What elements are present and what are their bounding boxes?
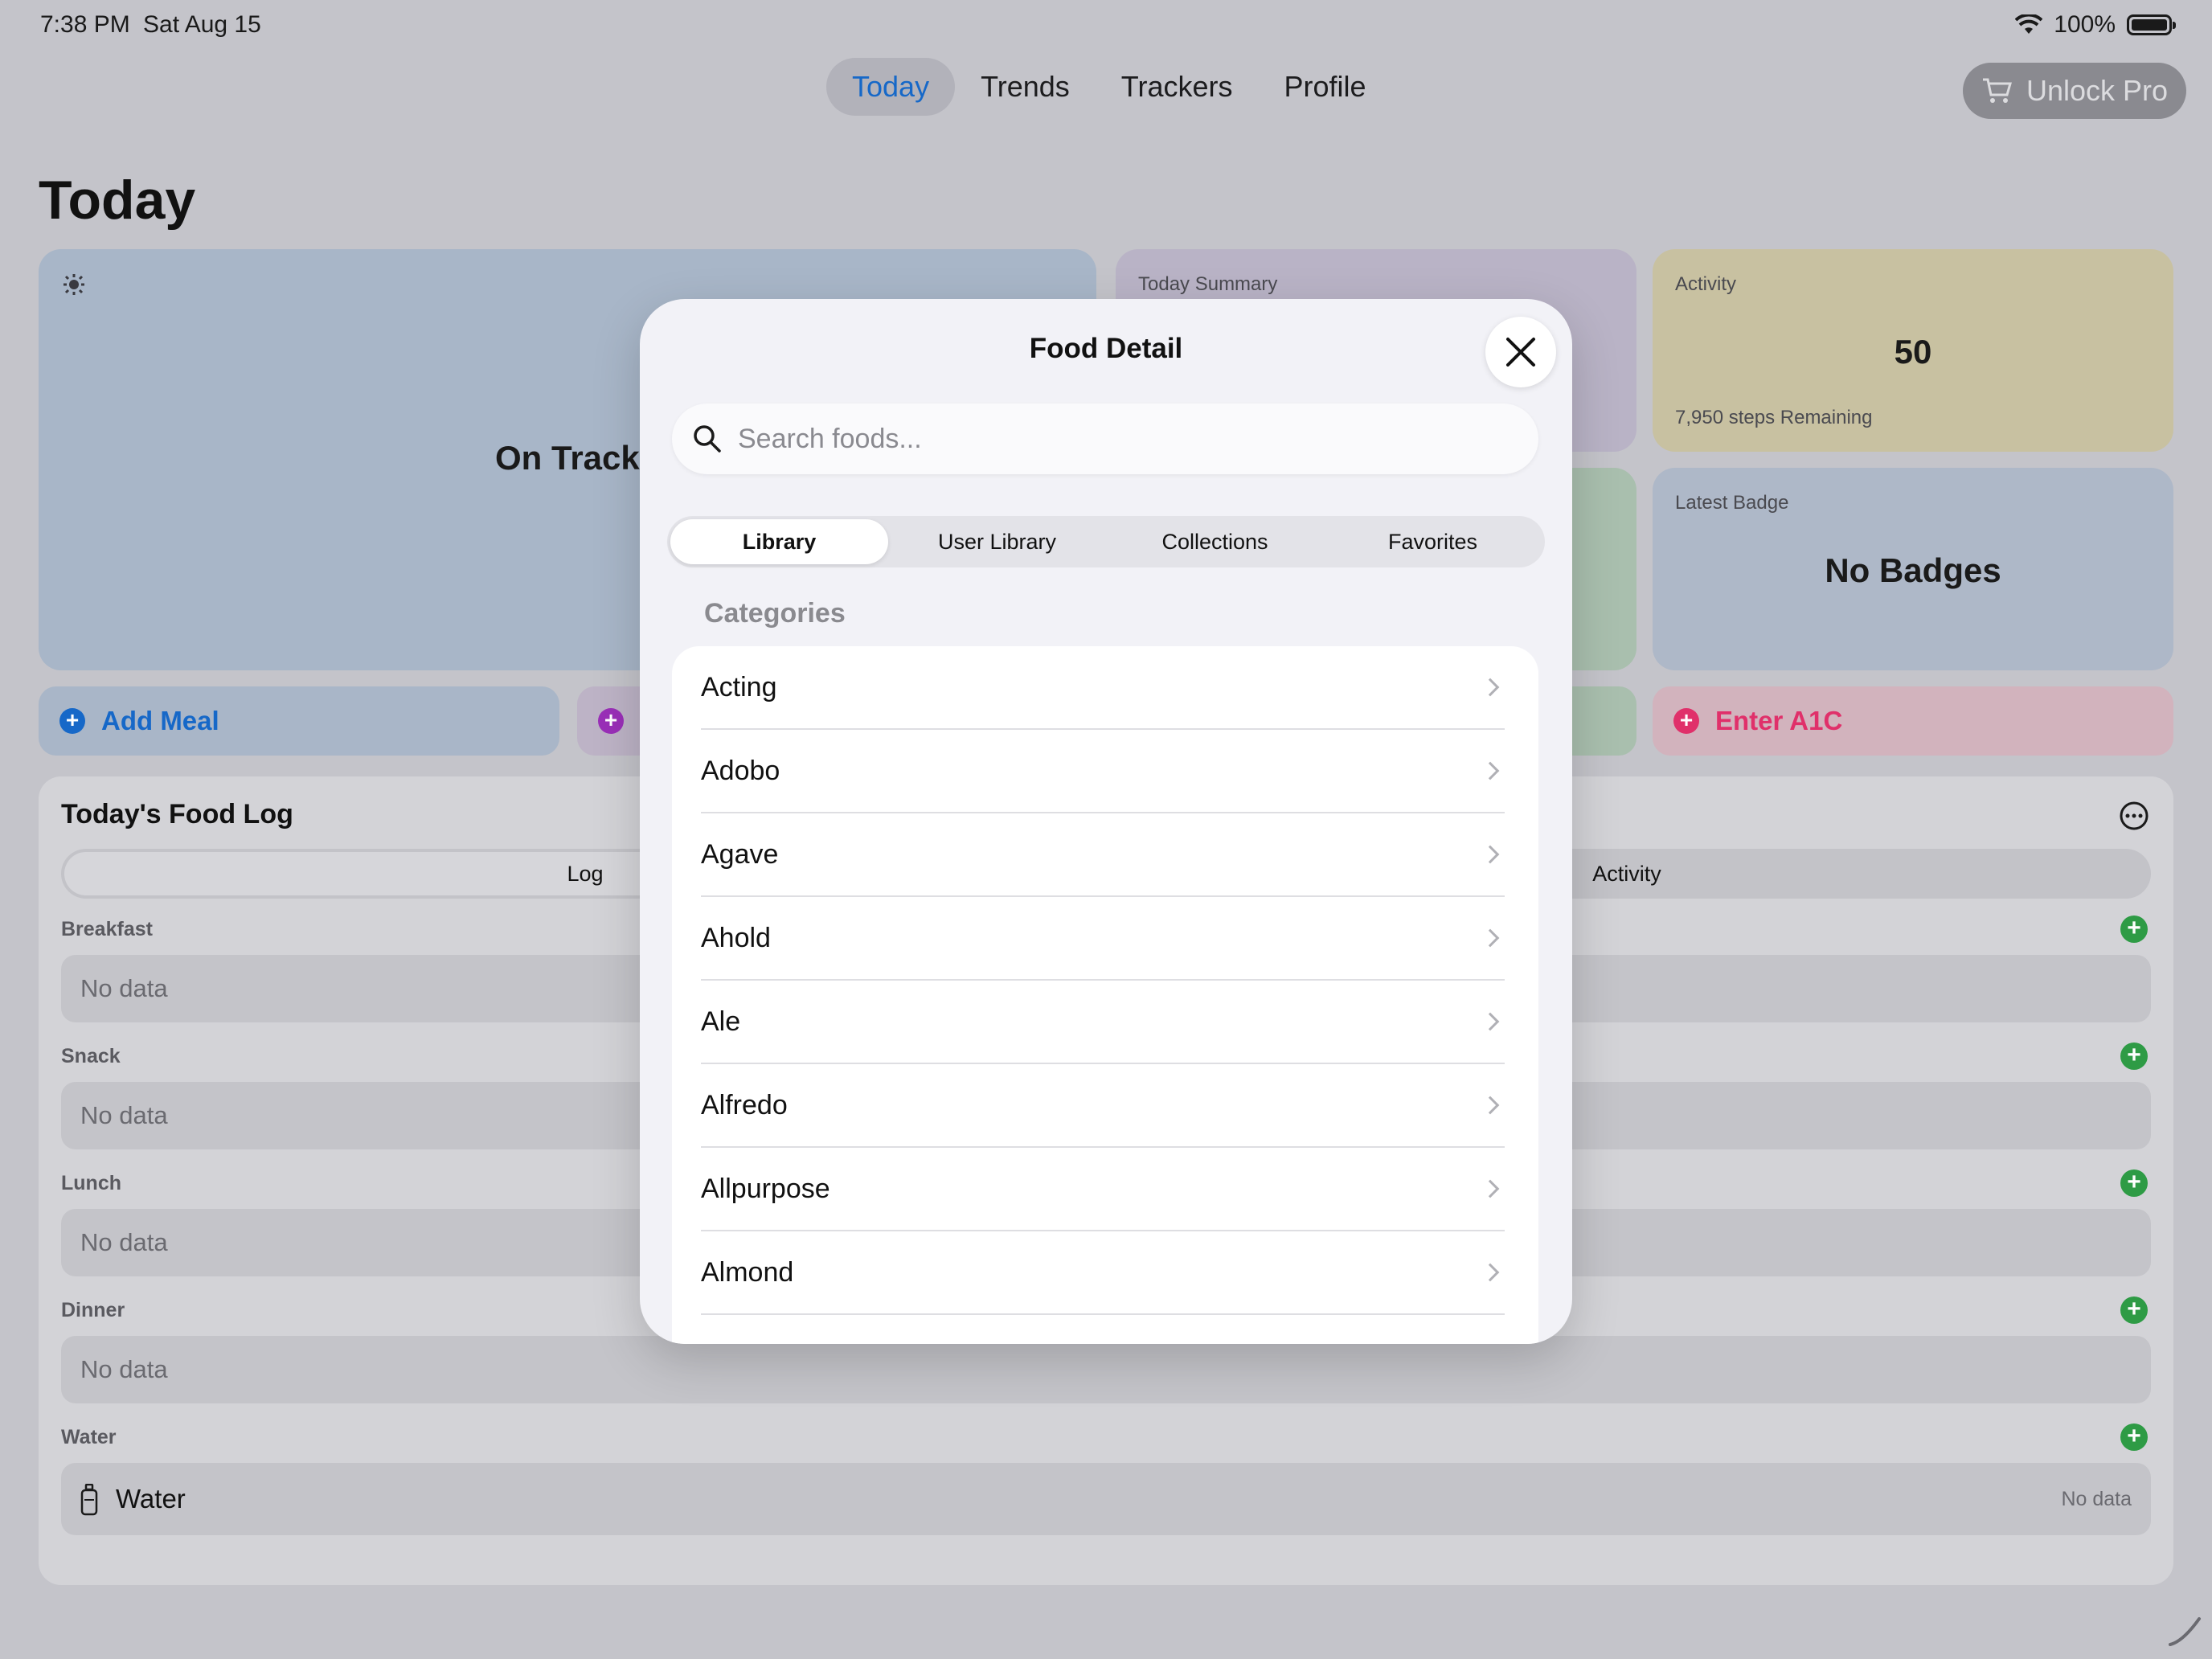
library-segment-control: Library User Library Collections Favorit… [667, 516, 1545, 567]
enter-a1c-label: Enter A1C [1715, 706, 1843, 735]
badge-value: No Badges [1825, 551, 2001, 589]
segment-collections[interactable]: Collections [1106, 519, 1324, 564]
badge-card-label: Latest Badge [1675, 492, 1789, 514]
add-snack-icon[interactable]: + [2120, 1043, 2148, 1070]
top-nav: Today Trends Trackers Profile [826, 58, 1392, 116]
tab-trackers[interactable]: Trackers [1096, 58, 1259, 116]
summary-card-label: Today Summary [1138, 273, 1278, 295]
tab-log-label: Log [567, 862, 604, 886]
category-item[interactable]: Alfredo [701, 1064, 1505, 1148]
plus-circle-icon: + [59, 708, 85, 734]
dinner-label: Dinner [61, 1299, 125, 1321]
snack-label: Snack [61, 1045, 121, 1067]
water-bottle-icon [80, 1484, 98, 1516]
water-label: Water [61, 1426, 117, 1448]
add-water-icon[interactable]: + [2120, 1423, 2148, 1451]
category-name: Ahold [701, 922, 771, 953]
page-title: Today [39, 170, 196, 231]
segment-user-library[interactable]: User Library [888, 519, 1106, 564]
segment-library[interactable]: Library [670, 519, 888, 564]
water-item-name: Water [116, 1484, 186, 1514]
chevron-right-icon [1481, 761, 1500, 780]
tab-trends[interactable]: Trends [955, 58, 1096, 116]
category-name: Allpurpose [701, 1173, 830, 1204]
modal-title: Food Detail [1029, 333, 1183, 364]
activity-steps-remaining: 7,950 steps Remaining [1675, 407, 1873, 428]
wifi-icon [2015, 14, 2043, 34]
dinner-row[interactable]: No data [61, 1336, 2151, 1403]
add-breakfast-icon[interactable]: + [2120, 916, 2148, 943]
chevron-right-icon [1481, 678, 1500, 697]
enter-a1c-button[interactable]: + Enter A1C [1653, 686, 2173, 756]
tab-profile[interactable]: Profile [1258, 58, 1391, 116]
activity-card-label: Activity [1675, 273, 1737, 295]
water-value: No data [2061, 1488, 2132, 1510]
category-name: Alfredo [701, 1089, 788, 1120]
category-item[interactable]: Allpurpose [701, 1148, 1505, 1231]
add-dinner-icon[interactable]: + [2120, 1296, 2148, 1324]
tab-activity-label: Activity [1592, 862, 1661, 886]
cart-icon [1982, 78, 2012, 103]
sun-icon [63, 274, 84, 295]
category-list: Acting Adobo Agave Ahold Ale Alfredo All… [672, 646, 1538, 1344]
status-date: Sat Aug 15 [143, 11, 261, 38]
water-row[interactable]: Water No data [61, 1463, 2151, 1535]
search-icon [694, 425, 721, 453]
category-item[interactable]: Almond [701, 1231, 1505, 1315]
status-indicators: 100% [2015, 11, 2176, 39]
close-icon [1506, 338, 1535, 367]
activity-value: 50 [1894, 333, 1932, 371]
chevron-right-icon [1481, 1263, 1500, 1282]
category-item[interactable]: Agave [701, 813, 1505, 897]
segment-favorites[interactable]: Favorites [1324, 519, 1542, 564]
add-lunch-icon[interactable]: + [2120, 1169, 2148, 1197]
category-item[interactable]: Adobo [701, 730, 1505, 813]
add-meal-button[interactable]: + Add Meal [39, 686, 559, 756]
plus-circle-icon: + [1673, 708, 1699, 734]
tab-today[interactable]: Today [826, 58, 956, 116]
chevron-right-icon [1481, 928, 1500, 948]
category-item[interactable]: Acting [701, 646, 1505, 730]
activity-card[interactable]: Activity 50 7,950 steps Remaining [1653, 249, 2173, 452]
unlock-pro-label: Unlock Pro [2026, 74, 2169, 107]
on-track-label: On Track [495, 439, 640, 477]
unlock-pro-button[interactable]: Unlock Pro [1963, 63, 2186, 119]
chevron-right-icon [1481, 845, 1500, 864]
close-button[interactable] [1485, 317, 1556, 387]
breakfast-label: Breakfast [61, 918, 153, 940]
food-log-title: Today's Food Log [61, 799, 293, 830]
category-name: Ale [701, 1006, 741, 1037]
chevron-right-icon [1481, 1012, 1500, 1031]
category-item[interactable]: Ale [701, 981, 1505, 1064]
add-meal-label: Add Meal [101, 706, 219, 735]
search-input[interactable] [738, 423, 1461, 455]
category-item[interactable]: Ahold [701, 897, 1505, 981]
category-name: Acting [701, 671, 777, 703]
chevron-right-icon [1481, 1179, 1500, 1198]
search-bar [672, 403, 1538, 474]
chevron-right-icon [1481, 1096, 1500, 1115]
food-detail-modal: Food Detail Library User Library Collect… [640, 299, 1572, 1344]
category-name: Adobo [701, 755, 780, 786]
status-time: 7:38 PM [40, 11, 130, 38]
resize-handle-icon[interactable] [2167, 1612, 2202, 1648]
battery-percent: 100% [2054, 11, 2116, 38]
more-options-icon[interactable] [2119, 801, 2149, 831]
battery-icon [2127, 14, 2176, 35]
plus-circle-icon: + [598, 708, 624, 734]
category-name: Almond [701, 1256, 794, 1288]
lunch-label: Lunch [61, 1172, 121, 1194]
categories-heading: Categories [704, 598, 846, 629]
badge-card[interactable]: Latest Badge No Badges [1653, 468, 2173, 670]
category-name: Agave [701, 838, 779, 870]
